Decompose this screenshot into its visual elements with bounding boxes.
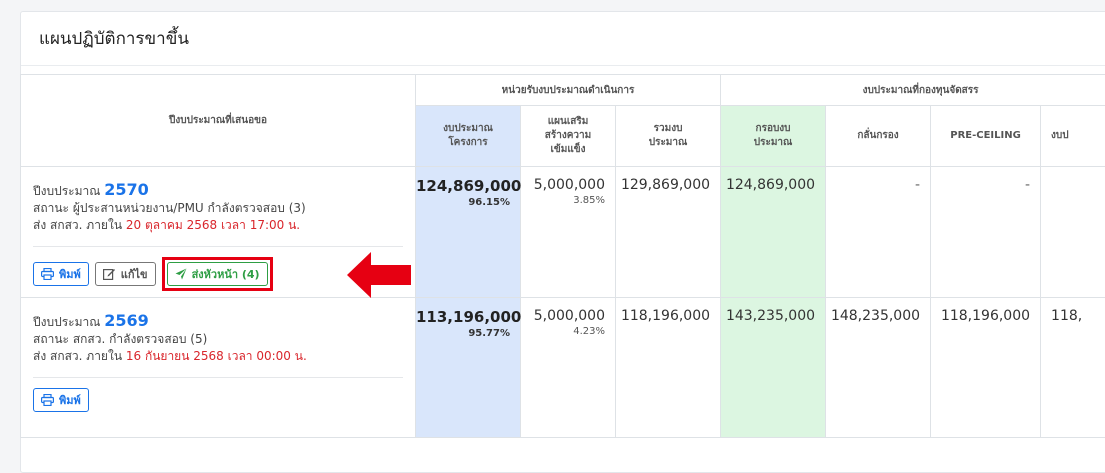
header-project-budget: งบประมาณ โครงการ: [416, 106, 521, 167]
header-group-operating: หน่วยรับงบประมาณดำเนินการ: [416, 75, 721, 106]
status-label: สถานะ: [33, 332, 69, 346]
highlight-box: ส่งหัวหน้า (4): [162, 257, 273, 291]
header-cut: งบป: [1041, 106, 1105, 167]
total-budget-cell: 129,869,000: [616, 167, 721, 298]
cut-cell: 118,: [1041, 298, 1105, 438]
edit-icon: [103, 268, 116, 280]
budget-frame-cell: 143,235,000: [721, 298, 826, 438]
deadline-date: 20 ตุลาคม: [126, 218, 183, 232]
print-button[interactable]: พิมพ์: [33, 262, 89, 286]
budget-frame-cell: 124,869,000: [721, 167, 826, 298]
status-label: สถานะ: [33, 201, 69, 215]
edit-button[interactable]: แก้ไข: [95, 262, 156, 286]
pre-ceiling-cell: -: [931, 167, 1041, 298]
table-row: ปีงบประมาณ 2569 สถานะ สกสว. กำลังตรวจสอบ…: [21, 298, 1105, 438]
printer-icon: [41, 394, 54, 406]
budget-table-wrapper: ปีงบประมาณที่เสนอขอ หน่วยรับงบประมาณดำเน…: [20, 74, 1105, 454]
header-budget-frame: กรอบงบ ประมาณ: [721, 106, 826, 167]
print-button[interactable]: พิมพ์: [33, 388, 89, 412]
header-supplement-plan: แผนเสริม สร้างความ เข้มแข็ง: [521, 106, 616, 167]
pre-ceiling-cell: 118,196,000: [931, 298, 1041, 438]
table-row: ปีงบประมาณ 2570 สถานะ ผู้ประสานหน่วยงาน/…: [21, 167, 1105, 298]
action-buttons: พิมพ์: [33, 377, 403, 412]
fiscal-year-label: ปีงบประมาณ: [33, 184, 100, 198]
total-budget-cell: 118,196,000: [616, 298, 721, 438]
printer-icon: [41, 268, 54, 280]
paper-plane-icon: [175, 268, 187, 280]
fiscal-year-cell: ปีงบประมาณ 2569 สถานะ สกสว. กำลังตรวจสอบ…: [21, 298, 416, 438]
screening-cell: -: [826, 167, 931, 298]
supplement-cell: 5,000,000 4.23%: [521, 298, 616, 438]
deadline-text: ส่ง สกสว. ภายใน 16 กันยายน 2568 เวลา 00:…: [33, 348, 403, 365]
deadline-text: ส่ง สกสว. ภายใน 20 ตุลาคม 2568 เวลา 17:0…: [33, 217, 403, 234]
page-title: แผนปฏิบัติการขาขึ้น: [21, 12, 1105, 66]
header-group-fund: งบประมาณที่กองทุนจัดสรร: [721, 75, 1105, 106]
header-total-budget: รวมงบ ประมาณ: [616, 106, 721, 167]
status-value: ผู้ประสานหน่วยงาน/PMU กำลังตรวจสอบ (3): [73, 201, 306, 215]
project-budget-cell: 124,869,000 96.15%: [416, 167, 521, 298]
supplement-cell: 5,000,000 3.85%: [521, 167, 616, 298]
deadline-date: 16 กันยายน: [126, 349, 190, 363]
fiscal-year-link[interactable]: 2569: [104, 311, 149, 330]
cut-cell: [1041, 167, 1105, 298]
fiscal-year-link[interactable]: 2570: [104, 180, 149, 199]
project-budget-cell: 113,196,000 95.77%: [416, 298, 521, 438]
header-pre-ceiling: PRE-CEILING: [931, 106, 1041, 167]
status-value: สกสว. กำลังตรวจสอบ (5): [73, 332, 207, 346]
red-arrow-icon: [347, 252, 411, 298]
send-to-head-button[interactable]: ส่งหัวหน้า (4): [167, 262, 268, 286]
header-fiscal-year: ปีงบประมาณที่เสนอขอ: [21, 75, 416, 167]
screening-cell: 148,235,000: [826, 298, 931, 438]
header-screening: กลั่นกรอง: [826, 106, 931, 167]
fiscal-year-label: ปีงบประมาณ: [33, 315, 100, 329]
budget-table: ปีงบประมาณที่เสนอขอ หน่วยรับงบประมาณดำเน…: [20, 74, 1105, 438]
